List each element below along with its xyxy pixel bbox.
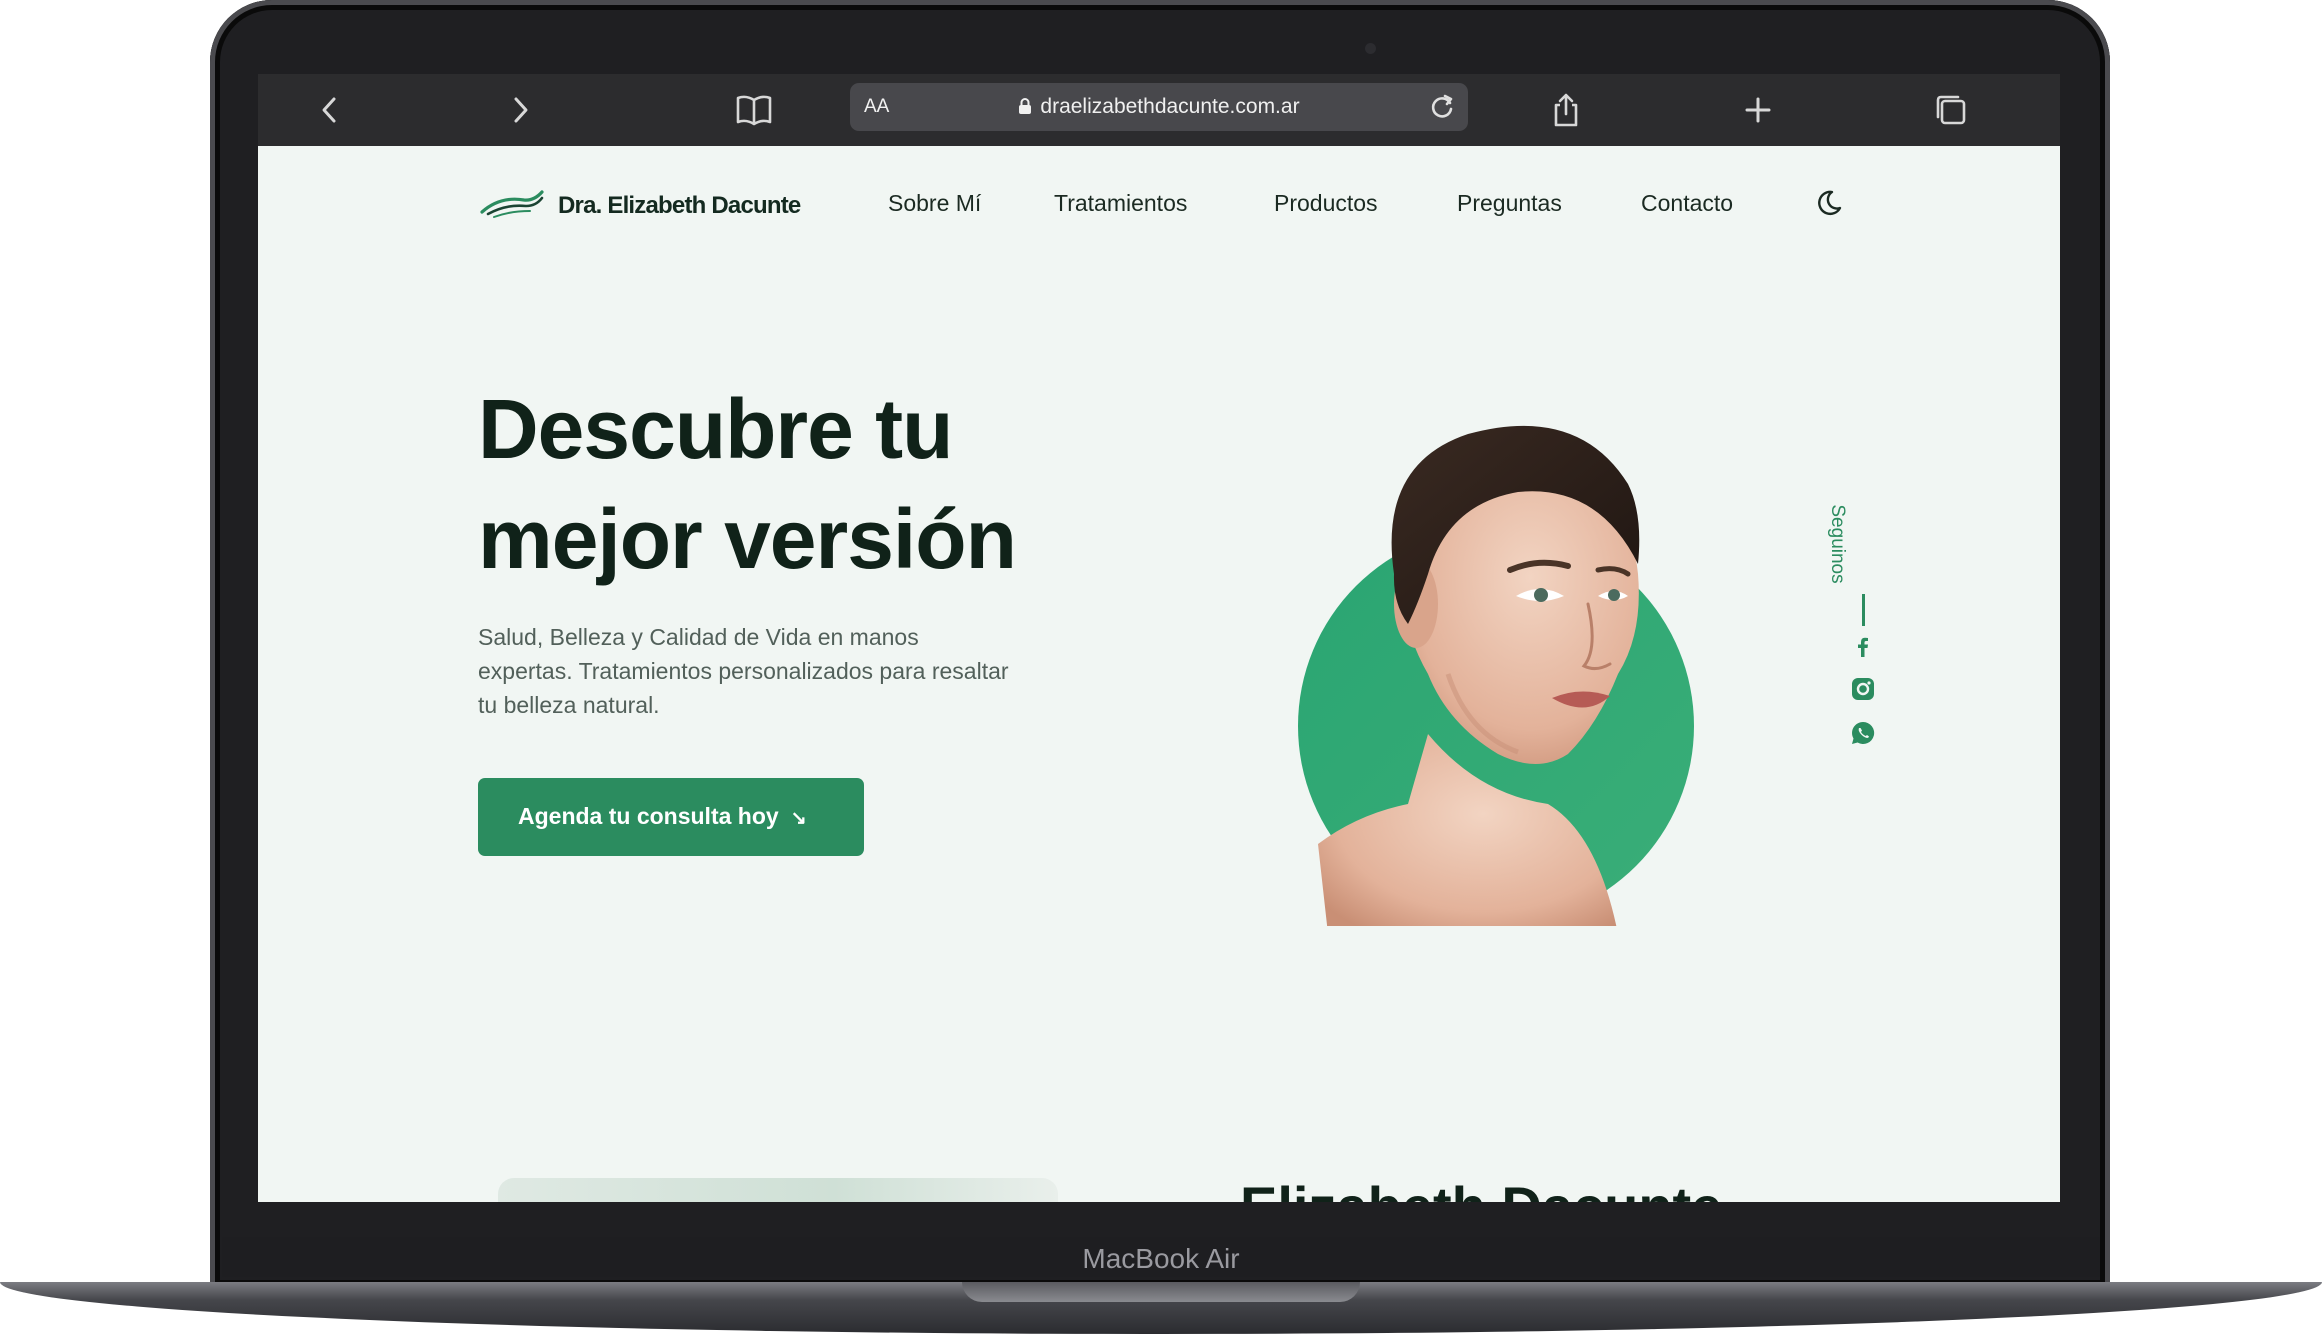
- lock-icon: [1019, 98, 1032, 114]
- url-field[interactable]: draelizabethdacunte.com.ar: [850, 95, 1468, 119]
- arrow-down-right-icon: ↘: [790, 808, 807, 829]
- follow-us-label: Seguinos: [1827, 504, 1848, 584]
- brand-name: Dra. Elizabeth Dacunte: [558, 192, 801, 219]
- nav-contacto[interactable]: Contacto: [1641, 190, 1733, 217]
- hero-portrait-image: [1298, 425, 1694, 926]
- browser-toolbar: AA draelizabethdacunte.com.ar: [258, 74, 2060, 146]
- tabs-overview-icon[interactable]: [1932, 92, 1972, 128]
- address-bar[interactable]: AA draelizabethdacunte.com.ar: [850, 83, 1468, 131]
- forward-icon[interactable]: [500, 92, 540, 128]
- whatsapp-icon[interactable]: [1850, 720, 1876, 746]
- browser-screen: AA draelizabethdacunte.com.ar Dra. Eliza…: [258, 74, 2060, 1202]
- device-model-label: MacBook Air: [1082, 1243, 1240, 1274]
- new-tab-icon[interactable]: [1738, 92, 1778, 128]
- hero-title-line-1: Descubre tu: [478, 382, 953, 476]
- about-section-title: Elizabeth Dacunte: [1240, 1174, 1722, 1202]
- logo-wave-icon: [480, 190, 544, 218]
- camera-icon: [1365, 43, 1376, 54]
- back-icon[interactable]: [310, 92, 350, 128]
- bookmarks-icon[interactable]: [734, 92, 774, 128]
- laptop-hinge-notch: [962, 1282, 1360, 1302]
- book-consultation-button[interactable]: Agenda tu consulta hoy ↘: [478, 778, 864, 856]
- reload-icon[interactable]: [1426, 91, 1458, 123]
- instagram-icon[interactable]: [1850, 676, 1876, 702]
- cta-label: Agenda tu consulta hoy: [518, 803, 779, 829]
- hero-subtitle: Salud, Belleza y Calidad de Vida en mano…: [478, 624, 1009, 718]
- share-icon[interactable]: [1546, 92, 1586, 128]
- facebook-icon[interactable]: [1850, 634, 1876, 660]
- nav-productos[interactable]: Productos: [1274, 190, 1378, 217]
- nav-preguntas[interactable]: Preguntas: [1457, 190, 1562, 217]
- nav-sobre-mi[interactable]: Sobre Mí: [888, 190, 981, 217]
- dark-mode-moon-icon[interactable]: [1814, 188, 1844, 218]
- url-text: draelizabethdacunte.com.ar: [1040, 95, 1300, 118]
- nav-tratamientos[interactable]: Tratamientos: [1054, 190, 1187, 217]
- hero-title-line-2: mejor versión: [478, 492, 1017, 586]
- social-rail-divider: [1862, 594, 1865, 626]
- about-section-image: [498, 1178, 1058, 1202]
- hero-title: Descubre tu mejor versión: [478, 374, 1178, 594]
